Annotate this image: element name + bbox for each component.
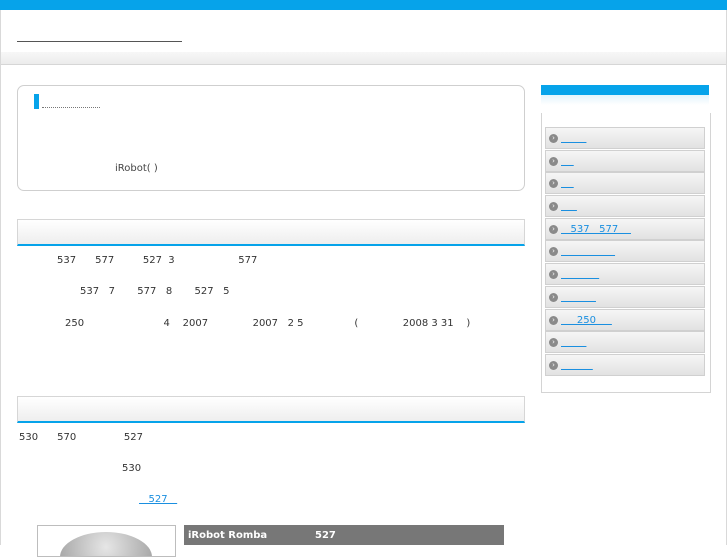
product-name: iRobot Romba	[188, 530, 268, 541]
sidebar-item[interactable]: ›	[545, 240, 705, 263]
section1-line-1: 537 577 527 3 577	[57, 255, 258, 266]
site-title-link[interactable]	[17, 41, 182, 42]
section-header-2	[17, 396, 525, 423]
section2-line-1: 530 570 527	[19, 432, 144, 443]
intro-box: iRobot( )	[17, 85, 525, 191]
sidebar-item[interactable]: ›	[545, 285, 705, 308]
sidebar-item-label[interactable]	[561, 133, 586, 144]
arrow-bullet-icon: ›	[549, 292, 558, 302]
sidebar-menu: › › › › › 537 577 › › › › 250 › ›	[545, 127, 705, 377]
arrow-bullet-icon: ›	[549, 270, 558, 280]
section2-line-2: 530	[122, 463, 142, 474]
sidebar-header-gradient	[541, 95, 709, 105]
product-table-header: iRobot Romba 527	[184, 525, 504, 545]
sidebar-item-label[interactable]	[561, 360, 593, 371]
sidebar-item[interactable]: ›	[545, 331, 705, 354]
arrow-bullet-icon: ›	[549, 338, 558, 348]
section1-line-3: 250 4 2007 2007 2 5 ( 2008 3 31 )	[65, 318, 471, 329]
product-model: 527	[315, 530, 336, 541]
sidebar-item[interactable]: ›	[545, 172, 705, 195]
sidebar-item-label[interactable]	[561, 178, 574, 189]
arrow-bullet-icon: ›	[549, 224, 558, 234]
heading-marker-icon	[34, 94, 39, 109]
sidebar-item[interactable]: ›	[545, 263, 705, 286]
sidebar-item[interactable]: ›	[545, 149, 705, 172]
sidebar-header-bar	[541, 85, 709, 95]
section1-line-2: 537 7 577 8 527 5	[80, 286, 230, 297]
arrow-bullet-icon: ›	[549, 360, 558, 370]
sidebar-item[interactable]: › 537 577	[545, 217, 705, 240]
arrow-bullet-icon: ›	[549, 156, 558, 166]
section2-link[interactable]: 527	[139, 494, 177, 505]
top-accent-bar	[0, 0, 727, 10]
arrow-bullet-icon: ›	[549, 202, 558, 212]
arrow-bullet-icon: ›	[549, 247, 558, 257]
sidebar-item[interactable]: › 250	[545, 308, 705, 331]
arrow-bullet-icon: ›	[549, 134, 558, 143]
frame-left-border	[0, 10, 1, 545]
sidebar-item-label[interactable]	[561, 156, 574, 167]
sidebar-item-label[interactable]	[561, 201, 577, 212]
header-band	[1, 52, 726, 65]
intro-text: iRobot( )	[115, 163, 158, 174]
section-header-1	[17, 219, 525, 246]
sidebar-item-label[interactable]	[561, 269, 599, 280]
sidebar-item[interactable]: ›	[545, 127, 705, 149]
sidebar-item-label[interactable]	[561, 246, 615, 257]
sidebar-item[interactable]: ›	[545, 195, 705, 218]
arrow-bullet-icon: ›	[549, 315, 558, 325]
arrow-bullet-icon: ›	[549, 179, 558, 189]
sidebar-item-label[interactable]: 537 577	[561, 224, 631, 235]
sidebar-item-label[interactable]: 250	[561, 315, 612, 326]
sidebar-item-label[interactable]	[561, 337, 586, 348]
intro-heading-link[interactable]	[42, 107, 100, 108]
sidebar-item-label[interactable]	[561, 292, 596, 303]
sidebar-item[interactable]: ›	[545, 353, 705, 376]
product-image[interactable]	[37, 525, 176, 557]
